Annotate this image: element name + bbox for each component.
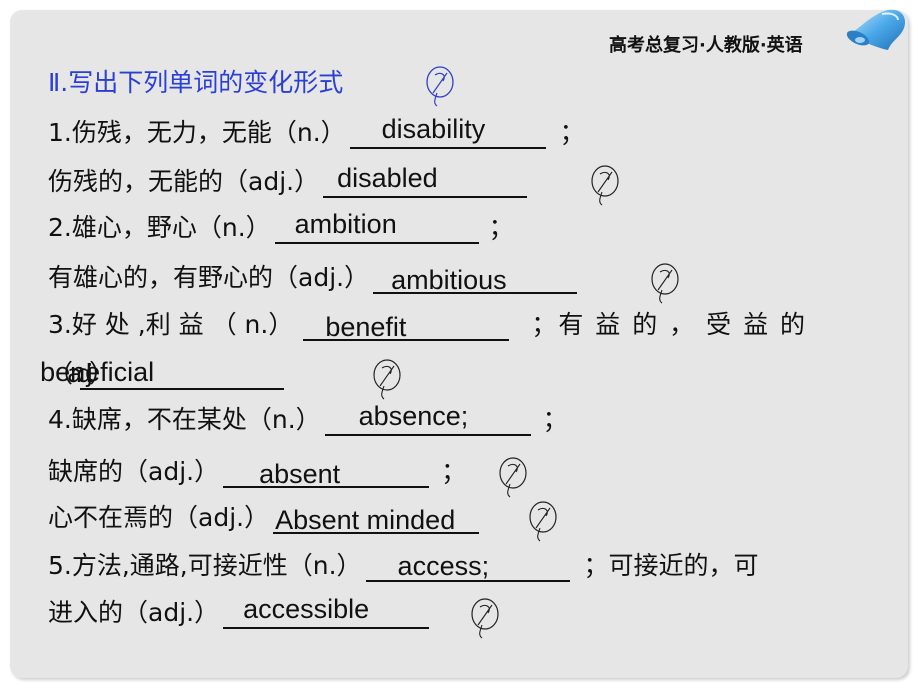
answer-text: access;: [397, 551, 490, 581]
item-prompt: 2.雄心，野心（n.）: [48, 213, 271, 242]
answer-text: disabled: [337, 163, 438, 193]
item-suffix: ；可接近的，可: [583, 551, 759, 580]
item-row: 伤残的，无能的（adj.） disabled: [48, 162, 619, 206]
item-suffix: ；: [441, 457, 467, 486]
answer-blank[interactable]: disabled: [323, 163, 528, 198]
item-prompt: 有雄心的，有野心的（adj.）: [48, 263, 370, 292]
item-suffix: ；: [559, 118, 585, 147]
item-prompt: 1.伤残，无力，无能（n.）: [48, 118, 346, 147]
item-suffix: ；: [542, 405, 568, 434]
section-title: Ⅱ.写出下列单词的变化形式: [48, 63, 454, 107]
answer-blank[interactable]: absence;: [324, 401, 531, 436]
handwritten-circle-mark-icon: [468, 595, 502, 639]
item-prompt: 3.好 处 ,利 益 （ n.）: [48, 310, 294, 339]
answer-text: accessible: [243, 594, 370, 624]
item-row: （adj.） beneficial: [40, 354, 401, 400]
answer-blank[interactable]: disability: [349, 114, 546, 149]
item-prompt: 4.缺席，不在某处（n.）: [48, 405, 321, 434]
handwritten-circle-mark-icon: [588, 162, 622, 206]
section-title-text: Ⅱ.写出下列单词的变化形式: [48, 68, 344, 97]
answer-blank[interactable]: absent: [223, 456, 430, 489]
answer-blank[interactable]: ambitious: [373, 262, 578, 295]
item-row: 2.雄心，野心（n.） ambition ；: [48, 208, 514, 244]
item-prompt: 进入的（adj.）: [48, 598, 220, 627]
answer-text: disability: [381, 114, 486, 144]
item-suffix: ；有 益 的 ， 受 益 的: [531, 310, 808, 339]
item-row: 1.伤残，无力，无能（n.） disability ；: [48, 113, 585, 149]
answer-text: absence;: [358, 401, 469, 431]
item-prompt: 心不在焉的（adj.）: [48, 503, 270, 532]
item-prompt: 5.方法,通路,可接近性（n.）: [48, 551, 362, 580]
header-title: 高考总复习·人教版·英语: [609, 35, 803, 56]
handwritten-circle-mark-icon: [496, 454, 530, 498]
handwritten-circle-mark-icon: [526, 498, 560, 542]
answer-blank[interactable]: accessible: [223, 594, 430, 629]
handwritten-circle-mark-icon: [648, 260, 682, 304]
answer-blank[interactable]: access;: [365, 550, 570, 582]
answer-text: beneficial: [40, 357, 155, 387]
item-row: 心不在焉的（adj.） Absent minded: [48, 498, 557, 542]
handwritten-circle-mark-icon: [423, 63, 457, 107]
item-row: 5.方法,通路,可接近性（n.） access; ；可接近的，可: [48, 546, 759, 582]
item-row: 缺席的（adj.） absent ；: [48, 452, 527, 498]
item-row: 4.缺席，不在某处（n.） absence; ；: [48, 400, 568, 436]
item-prompt: 伤残的，无能的（adj.）: [48, 167, 320, 196]
item-row: 3.好 处 ,利 益 （ n.） benefit ；有 益 的 ， 受 益 的: [48, 305, 808, 342]
item-suffix: ；: [488, 213, 514, 242]
item-row: 有雄心的，有野心的（adj.） ambitious: [48, 258, 679, 304]
answer-text: absent: [259, 459, 341, 489]
answer-text: ambition: [294, 209, 397, 239]
handwritten-circle-mark-icon: [370, 356, 404, 400]
item-row: 进入的（adj.） accessible: [48, 593, 499, 639]
item-prompt: 缺席的（adj.）: [48, 457, 220, 486]
answer-blank[interactable]: benefit: [303, 309, 510, 342]
answer-text: benefit: [325, 312, 407, 342]
answer-text: Absent minded: [275, 505, 456, 535]
answer-text: ambitious: [391, 265, 507, 295]
answer-blank[interactable]: ambition: [274, 209, 479, 244]
bell-icon: [842, 6, 912, 56]
answer-blank[interactable]: Absent minded: [273, 502, 480, 535]
answer-blank[interactable]: beneficial: [40, 357, 285, 390]
